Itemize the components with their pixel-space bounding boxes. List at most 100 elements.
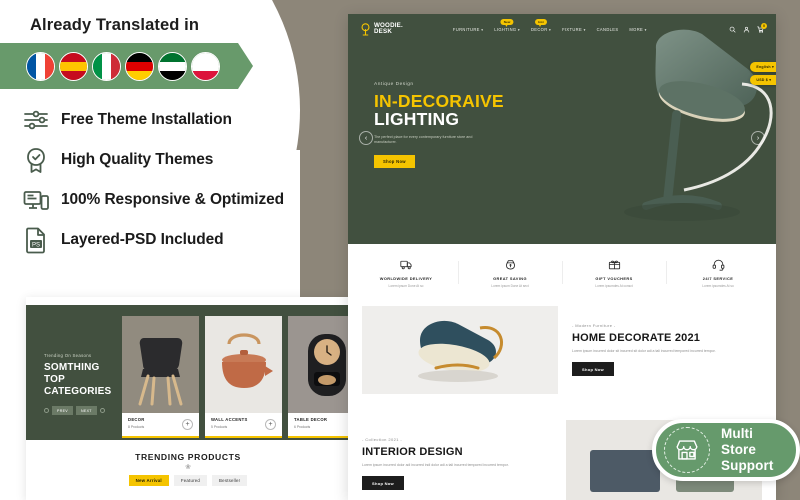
chevron-down-icon: ▾ [768, 78, 772, 82]
chevron-down-icon: ▾ [644, 27, 647, 32]
categories-carousel-nav[interactable]: PREV NEXT [44, 406, 114, 416]
search-icon[interactable] [729, 26, 736, 33]
chevron-down-icon: ▾ [517, 27, 520, 32]
category-card-add-button[interactable]: + [182, 419, 193, 430]
category-card[interactable]: WALL ACCENTS 5 Products + [205, 316, 282, 438]
nav-item-label: LIGHTING [494, 26, 517, 32]
multi-store-support-badge: Multi Store Support [652, 419, 800, 481]
promo-shop-now-button-2[interactable]: Shop Now [362, 476, 404, 491]
category-card-count: 6 Products [294, 424, 311, 429]
promo-image-bowl-lamp [362, 305, 558, 394]
service-title: WORLDWIDE DELIVERY [379, 276, 433, 281]
hero-title-primary: IN-DECORAIVE [374, 91, 504, 111]
categories-mockup: Trending On Seasons SOMTHING TOP CATEGOR… [26, 297, 350, 500]
nav-badge: Hot [535, 18, 548, 28]
nav-item-furniture[interactable]: FURNITURE ▾ [453, 27, 483, 32]
flag-uae [158, 51, 187, 81]
logo-mark-icon [360, 22, 371, 36]
trending-tab[interactable]: Bestseller [212, 475, 248, 486]
nav-item-label: DECOR [530, 26, 548, 32]
category-card-meta: WALL ACCENTS 5 Products + [205, 413, 282, 436]
support-headset-icon [670, 257, 766, 272]
lang-pill-1[interactable]: USD $ ▾ [750, 75, 776, 85]
responsive-devices-icon [22, 186, 50, 214]
promo-heading-2: INTERIOR DESIGN [362, 445, 463, 458]
logo-text: WOODIE. DESK [374, 22, 403, 36]
lang-pill-label: English [756, 65, 771, 69]
categories-heading-block: Trending On Seasons SOMTHING TOP CATEGOR… [44, 353, 114, 416]
carousel-dot-right [99, 408, 105, 414]
cart-icon[interactable]: 0 [757, 22, 767, 33]
feature-label: Layered-PSD Included [61, 230, 224, 248]
account-icon[interactable] [743, 26, 750, 33]
flag-france [26, 51, 55, 81]
nav-item-label: CANDLES [596, 26, 619, 32]
savings-icon [462, 257, 558, 272]
feature-row: Free Theme Installation [22, 100, 312, 139]
svg-text:PS: PS [32, 242, 40, 248]
feature-list: Free Theme Installation High Quality Them… [22, 100, 312, 260]
service-item: 24/7 SERVICE Lorem ipsumdes At so [666, 257, 770, 288]
site-header: WOODIE. DESK FURNITURE ▾ New LIGHTING ▾ Hot DE… [348, 14, 776, 44]
services-strip: WORLDWIDE DELIVERY Lorem ipsum Done At so… [348, 244, 776, 300]
hero-prev-arrow-button[interactable]: ‹ [359, 131, 373, 145]
promo-shop-now-button-1[interactable]: Shop Now [572, 362, 614, 377]
hero-title-secondary: LIGHTING [374, 109, 460, 130]
promo-paragraph-1: Lorem ipsum incurred dolor sit incurred … [572, 348, 716, 353]
language-currency-switcher: English ▾ USD $ ▾ [750, 62, 776, 88]
nav-badge: New [500, 18, 514, 28]
translated-languages-banner [0, 43, 253, 89]
trending-tab[interactable]: Featured [173, 475, 208, 486]
carousel-dot-left [44, 408, 49, 414]
service-subtitle: Lorem ipsum Done At so [388, 283, 424, 288]
header-icon-group: 0 [729, 22, 767, 33]
feature-label: 100% Responsive & Optimized [61, 190, 284, 208]
ornament-icon: ❀ [185, 464, 191, 471]
gift-voucher-icon [566, 257, 662, 272]
nav-item-fixture[interactable]: FIXTURE ▾ [562, 27, 586, 32]
promo-eyebrow-1: - Modern Furniture - [572, 322, 616, 328]
category-card-underline [122, 436, 199, 438]
nav-item-more[interactable]: MORE ▾ [629, 27, 646, 32]
logo-line-2: DESK [374, 28, 392, 35]
categories-next-button[interactable]: NEXT [76, 406, 97, 416]
quality-badge-icon [22, 146, 50, 174]
hero-section: WOODIE. DESK FURNITURE ▾ New LIGHTING ▾ Hot DE… [348, 14, 776, 244]
category-card-image [205, 316, 282, 413]
service-title: 24/7 SERVICE [702, 276, 734, 281]
hero-next-arrow-button[interactable]: › [751, 131, 765, 145]
service-title: GREAT SAVING [493, 276, 527, 281]
category-card[interactable]: DECOR 8 Products + [122, 316, 199, 438]
service-subtitle: Lorem ipsumdes At consct [595, 283, 633, 288]
category-card-image [122, 316, 199, 413]
chevron-down-icon: ▾ [481, 27, 484, 32]
category-card[interactable]: TABLE DECOR6 Products+ [288, 316, 350, 438]
left-feature-panel: Already Translated in Free Theme Install… [0, 0, 300, 290]
service-subtitle: Lorem ipsum Done At sect [491, 283, 529, 288]
nav-item-lighting[interactable]: New LIGHTING ▾ [494, 18, 520, 32]
chevron-down-icon: ▾ [583, 27, 586, 32]
hero-shop-now-button[interactable]: Shop Now [374, 155, 415, 169]
trending-products-tabs: New Arrival Featured Bestseller [26, 475, 350, 486]
nav-item-decor[interactable]: Hot DECOR ▾ [530, 18, 551, 32]
trending-products-title: TRENDING PRODUCTS [135, 452, 241, 462]
nav-item-candles[interactable]: CANDLES [597, 27, 619, 32]
category-card-underline [288, 436, 350, 438]
feature-row: PS Layered-PSD Included [22, 220, 312, 259]
nav-item-label: FURNITURE [452, 26, 480, 32]
screenshot-stage: Already Translated in Free Theme Install… [0, 0, 800, 500]
badge-line-2: Support [721, 458, 774, 474]
promo-eyebrow-2: - Collection 2021 - [362, 436, 403, 442]
category-card-image [288, 316, 350, 413]
trending-tab[interactable]: New Arrival [128, 475, 169, 486]
site-logo[interactable]: WOODIE. DESK [360, 22, 403, 36]
service-subtitle: Lorem ipsumdes At so [702, 283, 734, 288]
promo-heading-1: HOME DECORATE 2021 [572, 331, 701, 344]
cart-count-badge: 0 [761, 22, 767, 29]
flag-germany [125, 51, 154, 81]
promo-text-home-decorate: - Modern Furniture - HOME DECORATE 2021 … [572, 323, 762, 377]
category-card-add-button[interactable]: + [265, 419, 276, 430]
lang-pill-0[interactable]: English ▾ [750, 62, 776, 72]
categories-prev-button[interactable]: PREV [52, 406, 73, 416]
flag-spain [59, 51, 88, 81]
